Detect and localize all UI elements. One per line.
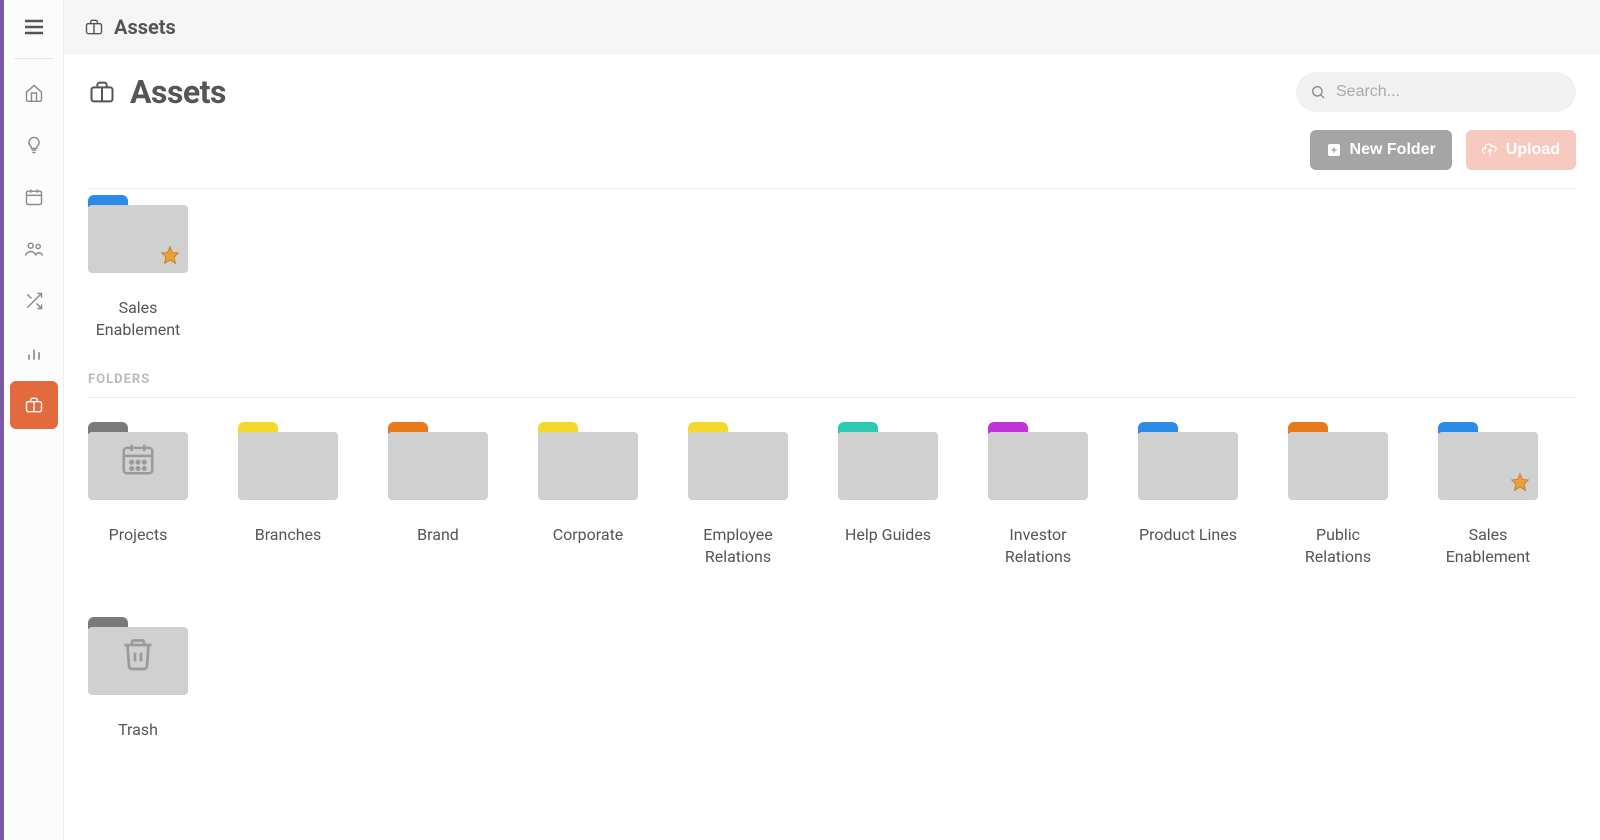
folder-icon	[838, 422, 938, 500]
search-input[interactable]	[1296, 72, 1576, 112]
folder-label: Sales Enablement	[88, 297, 188, 342]
pinned-grid: Sales Enablement	[88, 195, 1576, 342]
folder-icon	[88, 617, 188, 695]
folder-label: Public Relations	[1288, 524, 1388, 569]
star-icon	[1510, 472, 1530, 496]
hamburger-icon	[22, 15, 46, 39]
folder-item[interactable]: Product Lines	[1138, 422, 1238, 569]
folder-icon	[238, 422, 338, 500]
folder-body	[388, 432, 488, 500]
breadcrumb-title: Assets	[114, 15, 176, 39]
folder-item[interactable]: Corporate	[538, 422, 638, 569]
folder-item[interactable]: Brand	[388, 422, 488, 569]
folder-item[interactable]: Branches	[238, 422, 338, 569]
page-title: Assets	[130, 73, 226, 111]
header-row: Assets	[88, 72, 1576, 112]
folder-item[interactable]: Trash	[88, 617, 188, 741]
folder-label: Investor Relations	[988, 524, 1088, 569]
sidebar-item-analytics[interactable]	[10, 329, 58, 377]
folder-item[interactable]: Sales Enablement	[88, 195, 188, 342]
sidebar-item-assets[interactable]	[10, 381, 58, 429]
bulb-icon	[24, 135, 44, 155]
folder-body	[538, 432, 638, 500]
chart-icon	[24, 343, 44, 363]
folder-item[interactable]: Public Relations	[1288, 422, 1388, 569]
upload-button[interactable]: Upload	[1466, 130, 1576, 170]
trash-icon	[120, 636, 156, 676]
folder-label: Branches	[255, 524, 322, 546]
folder-icon	[538, 422, 638, 500]
folder-label: Employee Relations	[688, 524, 788, 569]
shuffle-icon	[24, 291, 44, 311]
briefcase-icon	[24, 395, 44, 415]
folder-body	[238, 432, 338, 500]
folder-icon	[88, 422, 188, 500]
folder-item[interactable]: Investor Relations	[988, 422, 1088, 569]
folder-icon	[1138, 422, 1238, 500]
folder-label: Projects	[109, 524, 168, 546]
folder-body	[1138, 432, 1238, 500]
search-icon	[1310, 84, 1326, 100]
content: Assets New Folder Upload Sales Enablemen…	[64, 54, 1600, 840]
star-icon	[160, 245, 180, 269]
folder-label: Product Lines	[1139, 524, 1237, 546]
folder-item[interactable]: Help Guides	[838, 422, 938, 569]
folder-label: Sales Enablement	[1438, 524, 1538, 569]
action-row: New Folder Upload	[88, 122, 1576, 189]
folder-icon	[1288, 422, 1388, 500]
folder-icon	[88, 195, 188, 273]
search	[1296, 72, 1576, 112]
folder-item[interactable]: Employee Relations	[688, 422, 788, 569]
menu-toggle[interactable]	[4, 0, 64, 54]
sidebar-item-shuffle[interactable]	[10, 277, 58, 325]
folder-label: Help Guides	[845, 524, 931, 546]
folders-grid: Projects Branches Brand Corporate Employee R…	[88, 422, 1576, 741]
folders-heading: FOLDERS	[88, 372, 1576, 398]
main: Assets Assets New Folder Upload Sales En…	[64, 0, 1600, 840]
button-label: New Folder	[1350, 141, 1436, 159]
folder-label: Brand	[417, 524, 459, 546]
new-folder-button[interactable]: New Folder	[1310, 130, 1452, 170]
folder-icon	[988, 422, 1088, 500]
sidebar-item-people[interactable]	[10, 225, 58, 273]
folder-body	[988, 432, 1088, 500]
folder-icon	[688, 422, 788, 500]
folder-body	[688, 432, 788, 500]
button-label: Upload	[1506, 141, 1560, 159]
folder-icon	[388, 422, 488, 500]
calendar-icon	[119, 440, 157, 482]
briefcase-icon	[84, 17, 104, 37]
sidebar-item-home[interactable]	[10, 69, 58, 117]
divider	[14, 58, 54, 59]
upload-icon	[1482, 142, 1498, 158]
topbar: Assets	[64, 0, 1600, 54]
calendar-icon	[24, 187, 44, 207]
folder-body	[838, 432, 938, 500]
pinned-section: Sales Enablement	[88, 189, 1576, 372]
folder-item[interactable]: Projects	[88, 422, 188, 569]
folder-item[interactable]: Sales Enablement	[1438, 422, 1538, 569]
folder-icon	[1438, 422, 1538, 500]
sidebar	[4, 0, 64, 840]
folder-label: Corporate	[553, 524, 624, 546]
folder-body	[1288, 432, 1388, 500]
plus-icon	[1326, 142, 1342, 158]
home-icon	[24, 83, 44, 103]
briefcase-icon	[88, 78, 116, 106]
folder-label: Trash	[118, 719, 158, 741]
sidebar-item-calendar[interactable]	[10, 173, 58, 221]
sidebar-item-ideas[interactable]	[10, 121, 58, 169]
people-icon	[24, 239, 44, 259]
